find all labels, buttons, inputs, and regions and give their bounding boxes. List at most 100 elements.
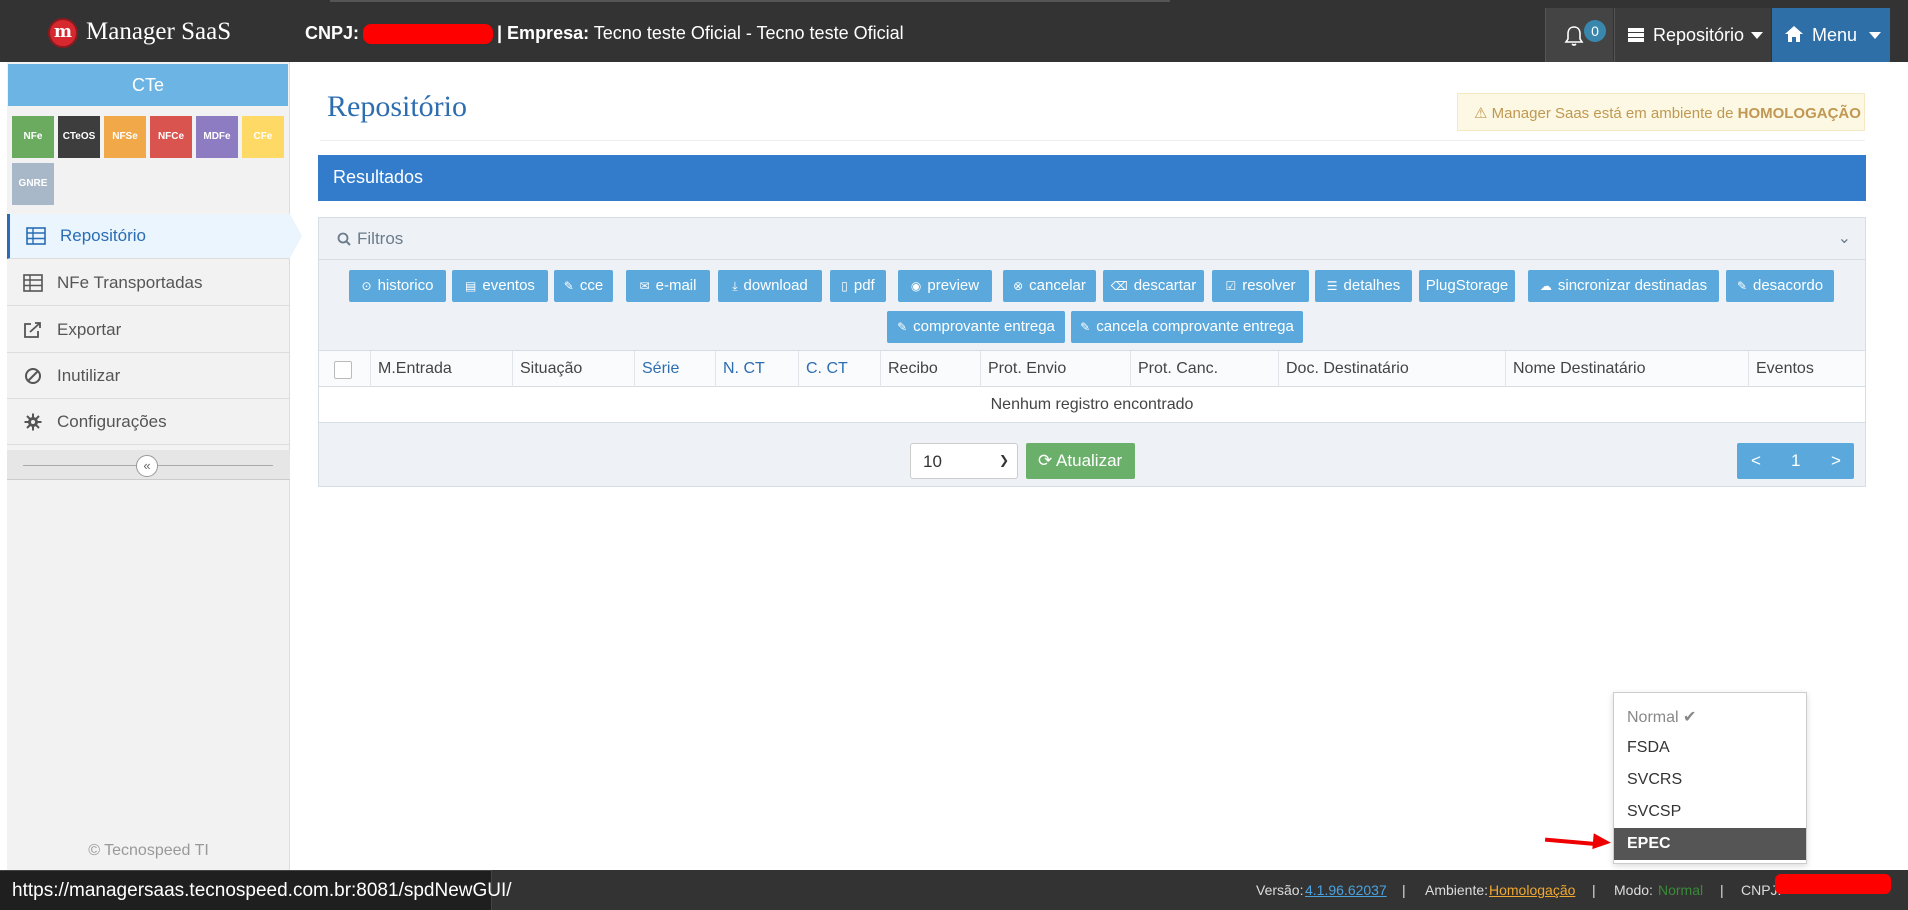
action-preview-button[interactable]: ◉ preview: [898, 270, 992, 302]
action-cancelar-button[interactable]: ⊗ cancelar: [1003, 270, 1096, 302]
doc-type-tile[interactable]: NFCe: [150, 116, 192, 158]
action-eventos-button[interactable]: ▤ eventos: [452, 270, 548, 302]
action-label: sincronizar destinadas: [1557, 277, 1708, 294]
mode-option[interactable]: EPEC: [1614, 828, 1806, 860]
table-header: M.Entrada Situação Série N. CT C. CT Recibo Pr…: [319, 351, 1865, 387]
sidebar-item-reposit-rio[interactable]: Repositório: [7, 214, 302, 259]
action-icon: ⊙: [361, 279, 372, 293]
column-header[interactable]: Recibo: [880, 351, 980, 387]
column-header[interactable]: M.Entrada: [370, 351, 512, 387]
action-download-button[interactable]: ⤓ download: [718, 270, 822, 302]
repositorio-dropdown[interactable]: Repositório: [1614, 8, 1771, 62]
action-resolver-button[interactable]: ☑ resolver: [1212, 270, 1309, 302]
modo-label: Modo:: [1614, 882, 1653, 898]
table-icon: [26, 227, 46, 245]
modo-value[interactable]: Normal: [1658, 882, 1703, 898]
repositorio-label: Repositório: [1653, 25, 1745, 45]
action-descartar-button[interactable]: ⌫ descartar: [1103, 270, 1204, 302]
pager-current[interactable]: 1: [1791, 451, 1800, 471]
action-pdf-button[interactable]: ▯ pdf: [830, 270, 886, 302]
sidebar-item-configura-es[interactable]: Configurações: [7, 400, 290, 445]
action-comprovante-entrega-button[interactable]: ✎ comprovante entrega: [887, 311, 1065, 343]
doc-type-tile[interactable]: NFe: [12, 116, 54, 158]
doc-type-tile[interactable]: NFSe: [104, 116, 146, 158]
column-header[interactable]: Nome Destinatário: [1505, 351, 1748, 387]
mode-option[interactable]: SVCSP: [1614, 796, 1806, 828]
action-label: cancelar: [1029, 277, 1086, 294]
action-icon: ⊗: [1013, 279, 1024, 293]
doc-type-tile[interactable]: GNRE: [12, 163, 54, 205]
action-cancela-comprovante-entrega-button[interactable]: ✎ cancela comprovante entrega: [1071, 311, 1303, 343]
brand-logo-icon[interactable]: m: [48, 18, 78, 48]
action-label: descartar: [1133, 277, 1197, 294]
action-label: cce: [579, 277, 604, 294]
company-info: CNPJ: | Empresa: Tecno teste Oficial - Te…: [305, 23, 904, 45]
filters-toggle[interactable]: Filtros ⌄: [319, 218, 1865, 260]
warning-icon: ⚠: [1474, 105, 1488, 122]
action-desacordo-button[interactable]: ✎ desacordo: [1726, 270, 1834, 302]
column-header[interactable]: Série: [634, 351, 715, 387]
caret-down-icon: [1751, 32, 1763, 39]
collapse-sidebar-button[interactable]: «: [136, 455, 158, 477]
action-cce-button[interactable]: ✎ cce: [554, 270, 613, 302]
cnpj-redacted: [363, 24, 494, 45]
doc-type-tile[interactable]: MDFe: [196, 116, 238, 158]
notifications-button[interactable]: 0: [1545, 8, 1613, 62]
action-icon: ✎: [1736, 279, 1747, 293]
page-size-select[interactable]: 10 ❯: [910, 443, 1018, 479]
mode-option[interactable]: FSDA: [1614, 732, 1806, 764]
column-header[interactable]: N. CT: [715, 351, 798, 387]
action-icon: ✎: [563, 279, 574, 293]
menu-dropdown[interactable]: Menu: [1772, 8, 1890, 62]
column-header[interactable]: Prot. Envio: [980, 351, 1130, 387]
top-navbar: m Manager SaaS CNPJ: | Empresa: Tecno tes…: [0, 0, 1908, 62]
action-label: preview: [927, 277, 980, 294]
cnpj-label: CNPJ:: [305, 23, 360, 43]
select-all-checkbox[interactable]: [334, 361, 352, 379]
action-icon: ⤓: [732, 279, 738, 293]
action-label: download: [743, 277, 808, 294]
page-size-value: 10: [923, 452, 942, 471]
column-header[interactable]: Eventos: [1748, 351, 1865, 387]
top-divider: [330, 0, 1170, 2]
environment-alert: ⚠ Manager Saas está em ambiente de HOMOL…: [1457, 93, 1865, 131]
action-icon: ☑: [1225, 279, 1237, 293]
sidebar-item-exportar[interactable]: Exportar: [7, 308, 290, 353]
action-plugstorage-button[interactable]: PlugStorage: [1419, 270, 1515, 302]
pager-prev[interactable]: <: [1751, 451, 1761, 471]
alert-strong: HOMOLOGAÇÃO: [1737, 105, 1861, 122]
mode-option[interactable]: Normal ✔: [1614, 700, 1806, 732]
action-label: detalhes: [1343, 277, 1401, 294]
pager-next[interactable]: >: [1831, 451, 1841, 471]
sidebar-item-nfe-transportadas[interactable]: NFe Transportadas: [7, 261, 290, 306]
mode-option[interactable]: SVCRS: [1614, 764, 1806, 796]
action-label: cancela comprovante entrega: [1096, 318, 1294, 335]
search-icon: [337, 232, 351, 246]
brand-name[interactable]: Manager SaaS: [86, 18, 231, 46]
pagination: < 1 >: [1737, 443, 1854, 479]
action-sincronizar-destinadas-button[interactable]: ☁ sincronizar destinadas: [1528, 270, 1719, 302]
column-header[interactable]: Situação: [512, 351, 634, 387]
doc-type-tile[interactable]: CFe: [242, 116, 284, 158]
bell-icon: [1564, 26, 1584, 46]
ambiente-link[interactable]: Homologação: [1489, 882, 1575, 898]
doc-type-tile[interactable]: CTeOS: [58, 116, 100, 158]
action-detalhes-button[interactable]: ☰ detalhes: [1315, 270, 1412, 302]
sidebar: CTe NFe CTeOS NFSe NFCe MDFe CFe GNRE Repositó…: [7, 62, 302, 870]
gear-icon: [23, 413, 43, 431]
version-link[interactable]: 4.1.96.62037: [1305, 882, 1387, 898]
column-header[interactable]: C. CT: [798, 351, 880, 387]
chevron-down-icon: ❯: [998, 453, 1009, 467]
action-icon: ☁: [1539, 279, 1552, 293]
home-icon: [1785, 26, 1803, 42]
column-header[interactable]: Prot. Canc.: [1130, 351, 1278, 387]
column-header[interactable]: Doc. Destinatário: [1278, 351, 1505, 387]
refresh-icon: ⟳: [1038, 451, 1053, 470]
refresh-button[interactable]: ⟳ Atualizar: [1026, 443, 1135, 479]
action-label: resolver: [1242, 277, 1296, 294]
page-title: Repositório: [327, 90, 467, 123]
sidebar-item-inutilizar[interactable]: Inutilizar: [7, 354, 290, 399]
action-historico-button[interactable]: ⊙ historico: [349, 270, 446, 302]
action-e-mail-button[interactable]: ✉ e-mail: [626, 270, 710, 302]
alert-text: Manager Saas está em ambiente de: [1491, 105, 1734, 122]
